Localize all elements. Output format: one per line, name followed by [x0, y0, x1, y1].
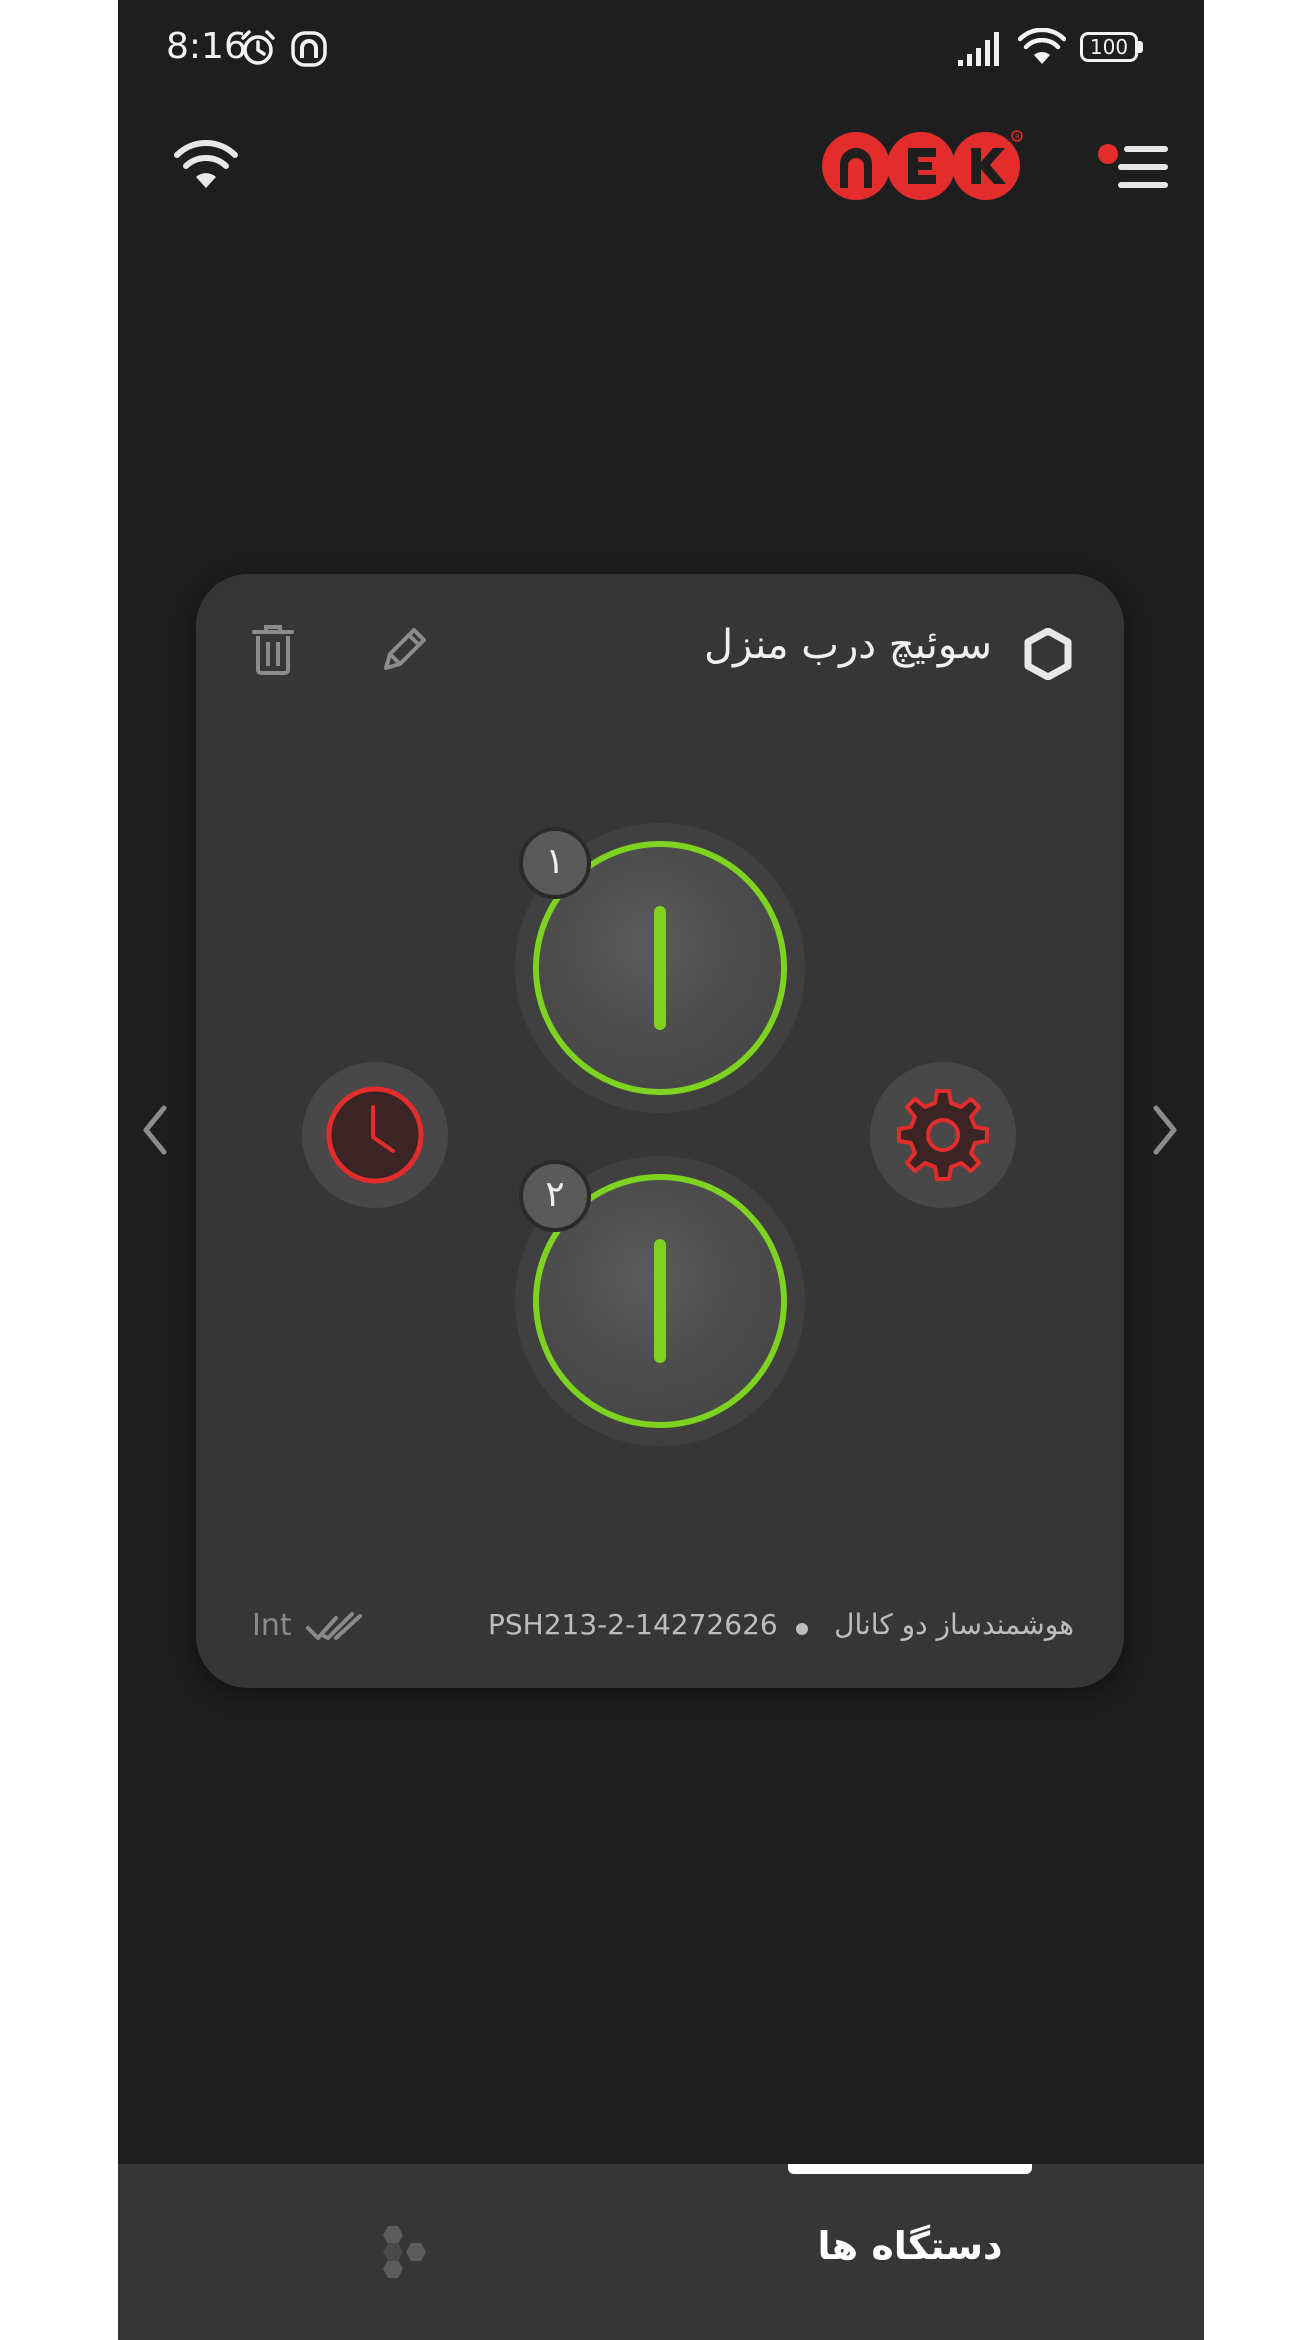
bottom-navigation: دستگاه ها — [118, 2164, 1204, 2340]
wifi-icon — [1018, 28, 1066, 64]
trash-icon[interactable] — [250, 624, 296, 676]
pencil-icon[interactable] — [378, 624, 430, 676]
channel-2-badge: ۲ — [519, 1160, 591, 1232]
menu-button[interactable] — [1098, 140, 1168, 192]
hexagons-icon[interactable] — [376, 2224, 436, 2284]
connection-type-label: Int — [252, 1608, 292, 1643]
device-model: هوشمندساز دو کانال — [834, 1608, 1074, 1641]
chevron-left-icon[interactable] — [138, 1104, 172, 1156]
clock-icon — [326, 1086, 424, 1184]
app-notification-icon — [291, 31, 327, 67]
device-card: سوئیچ درب منزل ۱ ۲ Int PSH213-2-14272626… — [196, 574, 1124, 1688]
svg-text:R: R — [1015, 133, 1020, 141]
timer-button[interactable] — [302, 1062, 448, 1208]
app-screen: 8:16 100 R سوئیچ درب منزل ۱ ۲ Int PSH213… — [118, 0, 1204, 2340]
separator-dot — [796, 1623, 808, 1635]
gear-icon — [897, 1089, 989, 1181]
chevron-right-icon[interactable] — [1148, 1104, 1182, 1156]
menu-icon-line — [1118, 164, 1168, 170]
notification-dot — [1098, 144, 1118, 164]
battery-icon: 100 — [1080, 32, 1144, 64]
alarm-icon — [241, 30, 275, 65]
status-time: 8:16 — [166, 26, 247, 67]
hexagon-icon — [1024, 628, 1072, 680]
settings-button[interactable] — [870, 1062, 1016, 1208]
tab-devices[interactable]: دستگاه ها — [788, 2224, 1032, 2268]
double-check-icon — [306, 1612, 362, 1640]
pek-logo: R — [822, 130, 1023, 200]
menu-icon — [1124, 146, 1168, 152]
power-indicator-icon — [654, 906, 666, 1030]
power-indicator-icon — [654, 1239, 666, 1363]
battery-level: 100 — [1089, 35, 1129, 59]
menu-icon-line — [1118, 182, 1168, 188]
channel-2-switch[interactable]: ۲ — [515, 1156, 805, 1446]
channel-1-badge: ۱ — [519, 827, 591, 899]
active-tab-indicator — [788, 2164, 1032, 2174]
channel-1-switch[interactable]: ۱ — [515, 823, 805, 1113]
connection-wifi-icon[interactable] — [174, 140, 238, 194]
device-serial: PSH213-2-14272626 — [488, 1608, 778, 1641]
signal-icon — [958, 32, 999, 66]
device-title: سوئیچ درب منزل — [703, 622, 992, 668]
